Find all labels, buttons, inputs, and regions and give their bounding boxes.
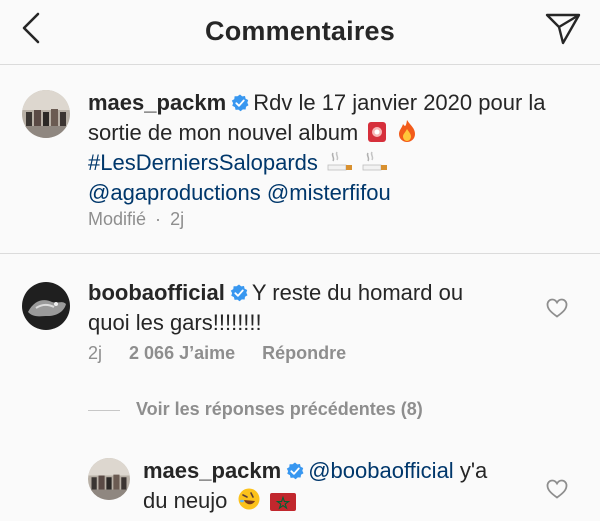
post-caption: maes_packm Rdv le 17 janvier 2020 pour la… bbox=[88, 88, 588, 208]
page-title: Commentaires bbox=[205, 15, 395, 46]
post-hashtag[interactable]: #LesDerniersSalopards bbox=[88, 150, 318, 175]
post-mention[interactable]: @misterfifou bbox=[267, 180, 391, 205]
verified-badge-icon bbox=[287, 462, 304, 480]
post-meta: Modifié · 2j bbox=[88, 209, 206, 230]
avatar[interactable] bbox=[22, 282, 70, 330]
edited-label: Modifié bbox=[88, 209, 147, 229]
avatar[interactable] bbox=[22, 90, 70, 138]
verified-badge-icon bbox=[230, 284, 248, 302]
cigarette-emoji-icon bbox=[327, 151, 353, 171]
post-mention[interactable]: @agaproductions bbox=[88, 180, 261, 205]
post-text-line1: Rdv le 17 janvier 2020 pour la bbox=[253, 90, 546, 115]
cigarette-emoji-icon bbox=[362, 151, 388, 171]
siren-emoji-icon bbox=[368, 122, 387, 142]
reply-text-tail: y'a bbox=[459, 458, 488, 483]
morocco-flag-icon bbox=[269, 493, 296, 511]
caption-divider bbox=[0, 253, 600, 254]
rofl-emoji-icon bbox=[238, 488, 260, 510]
reply-username[interactable]: maes_packm bbox=[143, 458, 281, 483]
header-divider bbox=[0, 64, 600, 65]
heart-icon[interactable] bbox=[545, 296, 569, 320]
header-bar: Commentaires bbox=[0, 0, 600, 62]
comment-likes[interactable]: 2 066 J’aime bbox=[129, 343, 235, 363]
comment-body: boobaofficial Y reste du homard ou quoi l… bbox=[88, 278, 548, 338]
post-username[interactable]: maes_packm bbox=[88, 90, 226, 115]
comment-time: 2j bbox=[88, 343, 103, 363]
comment-text-line1: Y reste du homard ou bbox=[251, 280, 464, 305]
heart-icon[interactable] bbox=[545, 477, 569, 501]
paper-plane-icon[interactable] bbox=[544, 12, 582, 46]
replies-divider-line bbox=[88, 410, 120, 411]
fire-emoji-icon bbox=[398, 120, 415, 142]
comment-username[interactable]: boobaofficial bbox=[88, 280, 225, 305]
meta-separator: · bbox=[155, 209, 162, 229]
verified-badge-icon bbox=[232, 94, 249, 112]
comment-meta: 2j 2 066 J’aime Répondre bbox=[88, 343, 368, 364]
post-text-line2: sortie de mon nouvel album bbox=[88, 120, 359, 145]
reply-body: maes_packm @boobaofficial y'a du neujo bbox=[143, 456, 543, 516]
comment-text-line2: quoi les gars!!!!!!!! bbox=[88, 310, 262, 335]
view-previous-replies[interactable]: Voir les réponses précédentes (8) bbox=[136, 399, 423, 420]
post-time: 2j bbox=[170, 209, 185, 229]
reply-text-line2: du neujo bbox=[143, 488, 228, 513]
chevron-left-icon[interactable] bbox=[18, 10, 46, 46]
avatar[interactable] bbox=[88, 458, 130, 500]
reply-mention[interactable]: @boobaofficial bbox=[308, 458, 453, 483]
reply-button[interactable]: Répondre bbox=[262, 343, 346, 363]
